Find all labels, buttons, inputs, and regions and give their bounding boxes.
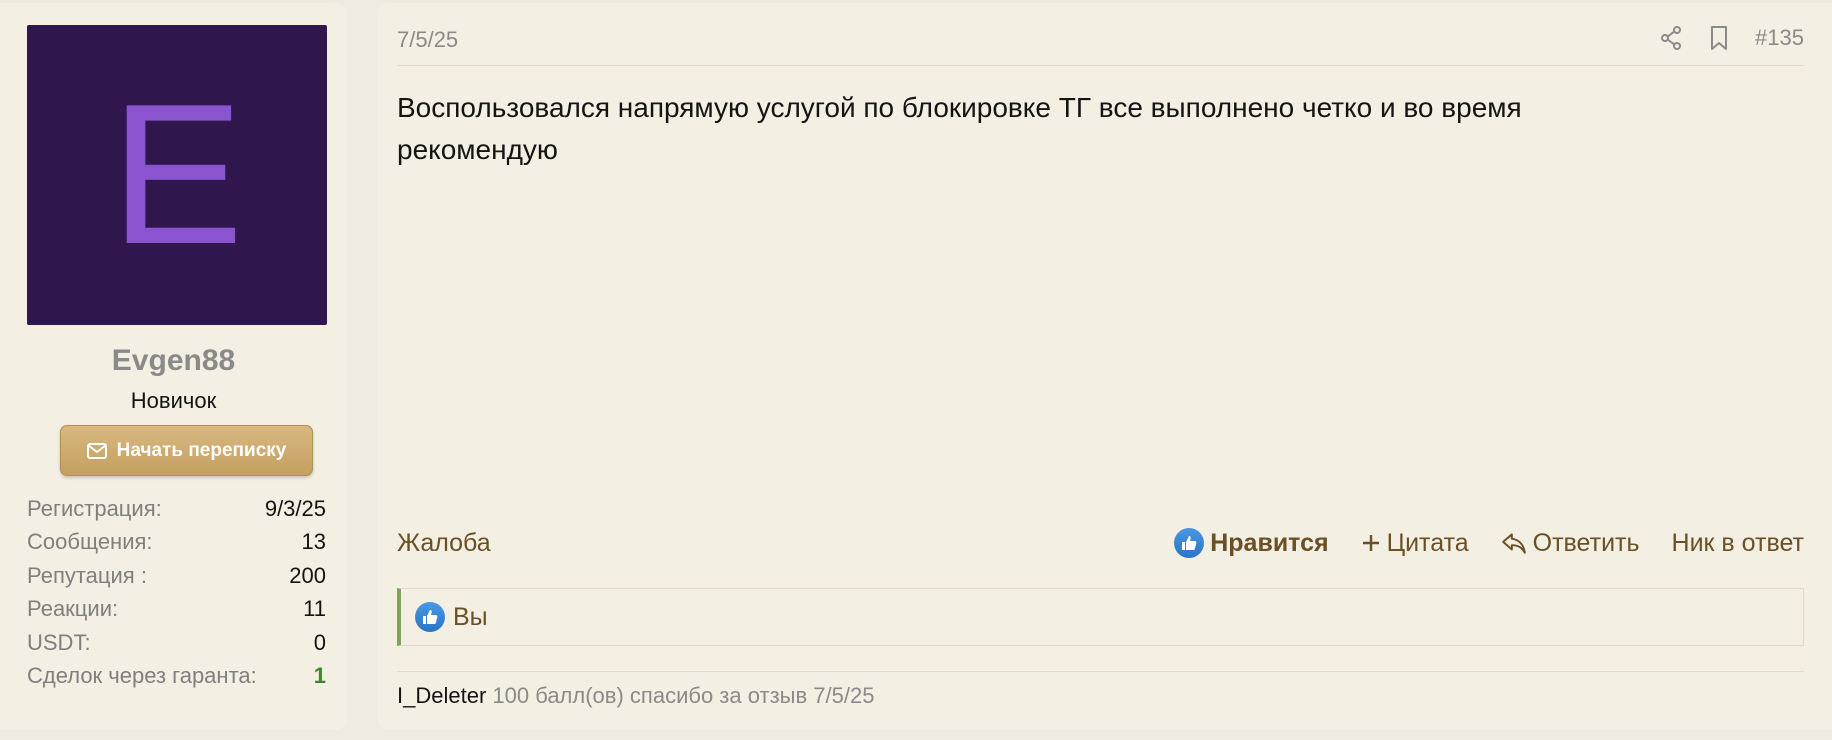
post-body-line: Воспользовался напрямую услугой по блоки… [397, 92, 1522, 123]
stat-registration: Регистрация: 9/3/25 [27, 492, 326, 526]
stat-reactions: Реакции: 11 [27, 593, 326, 627]
stat-messages: Сообщения: 13 [27, 526, 326, 560]
stat-value[interactable]: 1 [314, 663, 326, 689]
stat-value: 11 [303, 596, 326, 622]
reply-label: Ответить [1532, 528, 1640, 557]
post-date[interactable]: 7/5/25 [397, 27, 458, 53]
post-body: Воспользовался напрямую услугой по блоки… [397, 87, 1797, 171]
stat-reputation: Репутация : 200 [27, 559, 326, 593]
reply-button[interactable]: Ответить [1501, 529, 1640, 558]
bookmark-icon[interactable] [1707, 25, 1731, 51]
envelope-icon [86, 442, 107, 459]
stat-label: USDT: [27, 629, 91, 655]
plus-icon [1362, 535, 1379, 551]
thumbs-up-icon [1174, 528, 1205, 558]
post: 7/5/25 #135 Воспользовался напрямую услу… [377, 3, 1832, 730]
thumbs-up-icon [415, 602, 445, 632]
stat-value: 200 [289, 562, 326, 588]
reputation-text: 100 балл(ов) спасибо за отзыв 7/5/25 [492, 683, 875, 708]
start-conversation-button[interactable]: Начать переписку [60, 425, 313, 476]
reputation-user[interactable]: I_Deleter [397, 683, 486, 708]
stat-label: Репутация : [27, 562, 147, 588]
divider [397, 65, 1804, 66]
stat-usdt: USDT: 0 [27, 626, 326, 660]
stat-value: 13 [301, 529, 326, 555]
stat-escrow-deals: Сделок через гаранта: 1 [27, 660, 326, 694]
report-link[interactable]: Жалоба [397, 529, 491, 558]
mention-button[interactable]: Ник в ответ [1672, 529, 1804, 558]
user-title: Новичок [130, 388, 217, 413]
reputation-note: I_Deleter 100 балл(ов) спасибо за отзыв … [397, 683, 874, 709]
stat-value: 9/3/25 [264, 495, 326, 521]
stat-label: Реакции: [27, 596, 119, 622]
stat-value: 0 [313, 629, 326, 655]
share-icon[interactable] [1659, 25, 1683, 51]
reactions-summary[interactable]: Вы [397, 588, 1804, 646]
quote-label: Цитата [1386, 528, 1469, 557]
like-label: Нравится [1210, 528, 1329, 557]
stat-label: Сообщения: [27, 529, 153, 555]
post-footer: Жалоба Нравится Цитата Ответить Ник в от… [397, 523, 1804, 563]
divider [397, 671, 1804, 672]
like-button[interactable]: Нравится [1174, 528, 1329, 558]
post-number[interactable]: #135 [1755, 25, 1804, 51]
quote-button[interactable]: Цитата [1361, 529, 1469, 558]
stat-label: Регистрация: [27, 495, 162, 521]
stat-label: Сделок через гаранта: [27, 663, 257, 689]
post-footer-actions: Нравится Цитата Ответить Ник в ответ [1174, 528, 1804, 558]
avatar[interactable]: E [27, 25, 327, 325]
user-stats: Регистрация: 9/3/25 Сообщения: 13 Репута… [27, 492, 326, 693]
post-header-actions: #135 [1659, 25, 1804, 51]
start-conversation-label: Начать переписку [116, 439, 287, 461]
avatar-letter: E [110, 63, 244, 286]
user-panel: E Evgen88 Новичок Начать переписку Регис… [0, 3, 347, 730]
post-body-line: рекомендую [397, 134, 558, 165]
reactions-text: Вы [453, 602, 488, 631]
reply-icon [1501, 533, 1526, 554]
username[interactable]: Evgen88 [0, 344, 347, 378]
